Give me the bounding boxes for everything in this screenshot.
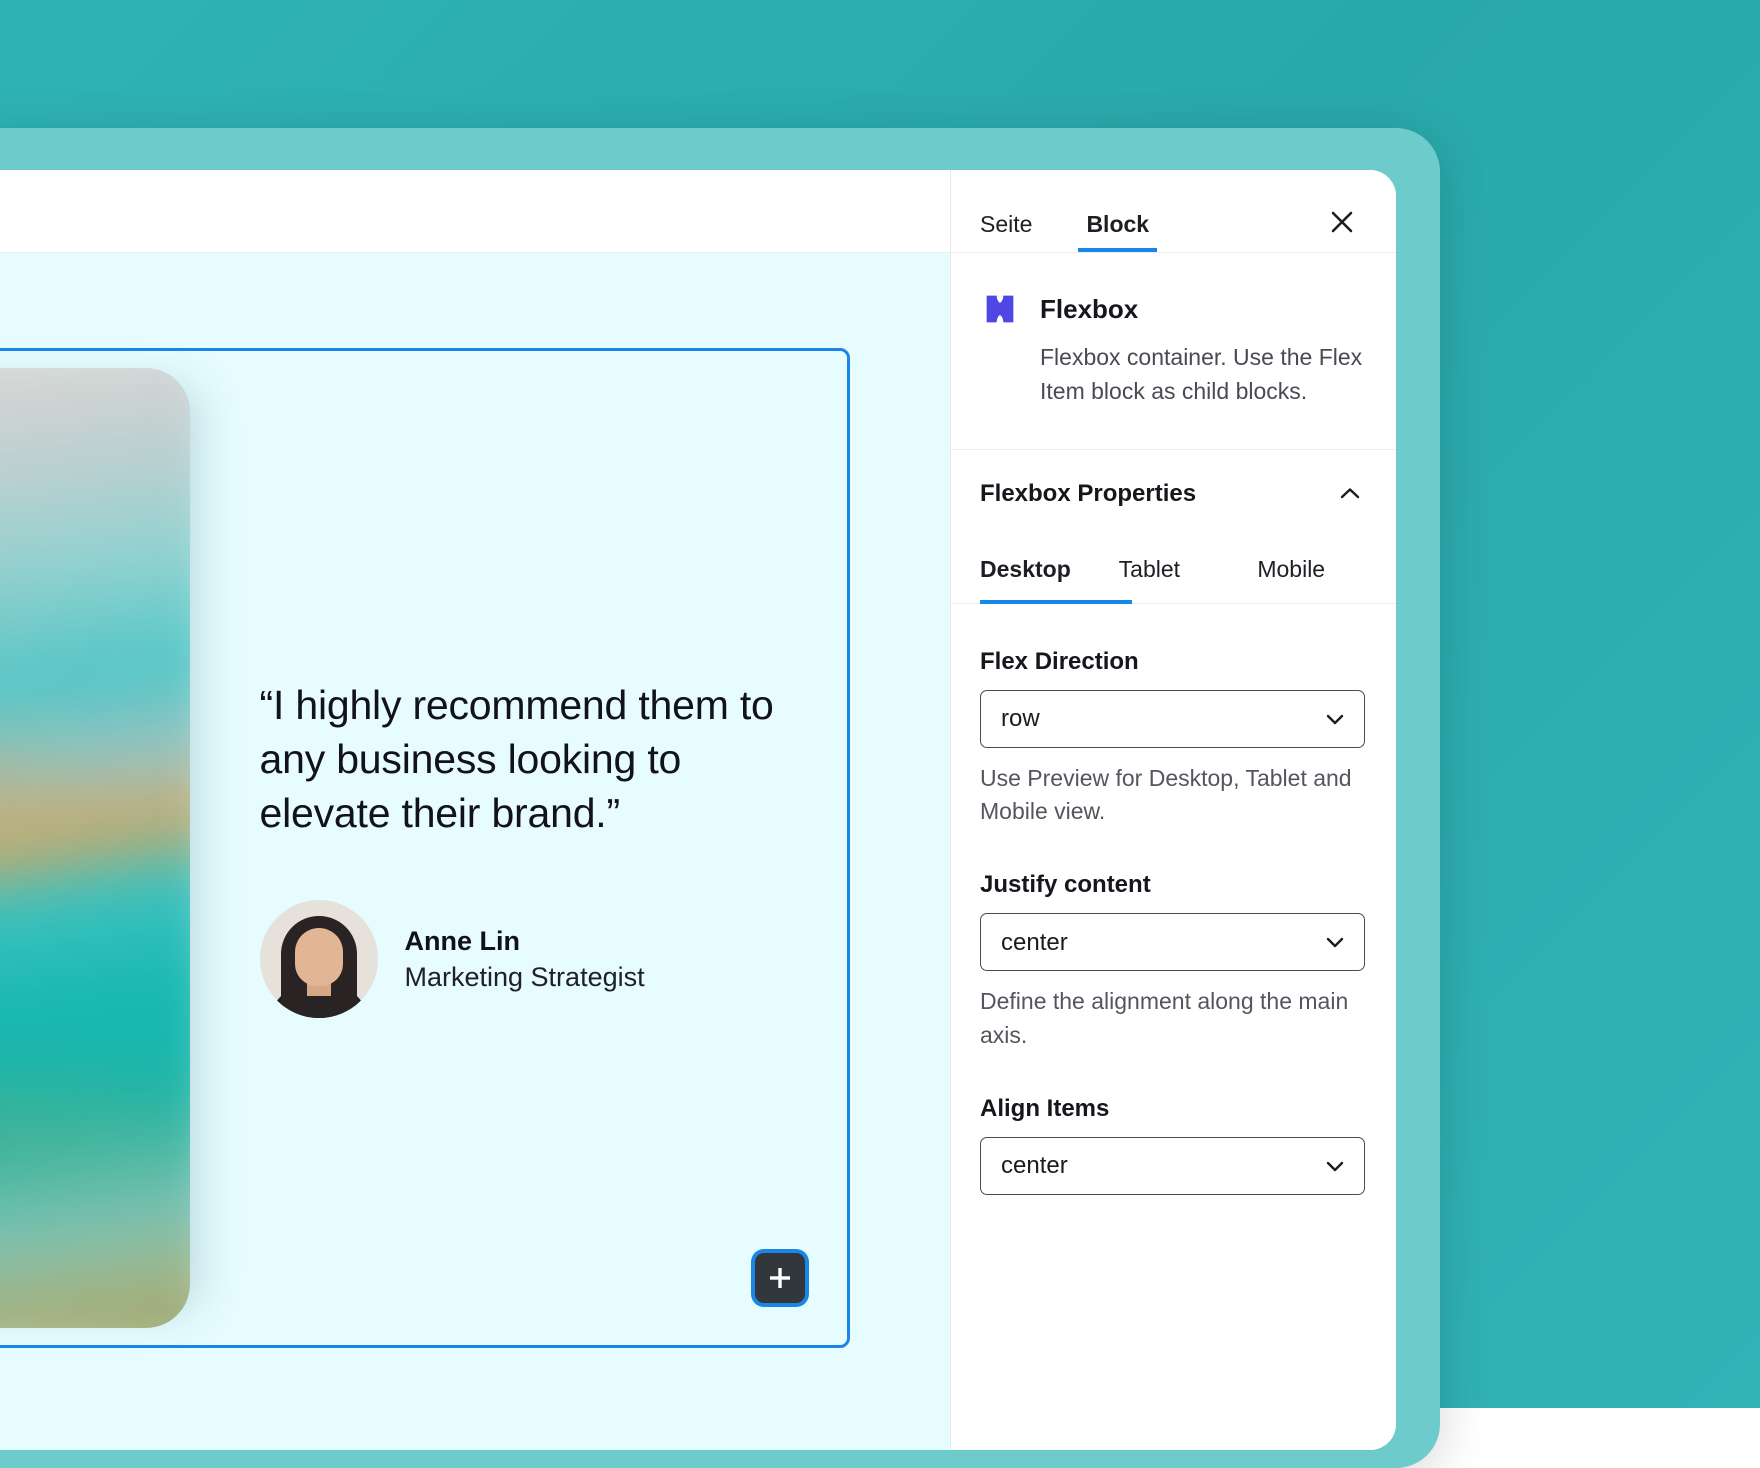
- block-info-card: Flexbox Flexbox container. Use the Flex …: [951, 253, 1396, 450]
- close-panel-button[interactable]: [1322, 202, 1362, 242]
- tab-seite[interactable]: Seite: [980, 213, 1032, 252]
- editor-area: “I highly recommend them to any business…: [0, 170, 950, 1450]
- testimonial-photo[interactable]: [0, 368, 190, 1328]
- photo-gradient-overlay: [0, 368, 190, 1328]
- flex-direction-help: Use Preview for Desktop, Tablet and Mobi…: [980, 762, 1364, 830]
- flexbox-block-selected[interactable]: “I highly recommend them to any business…: [0, 348, 850, 1348]
- block-description: Flexbox container. Use the Flex Item blo…: [980, 341, 1364, 409]
- flexbox-row: “I highly recommend them to any business…: [0, 351, 847, 1345]
- testimonial-quote[interactable]: “I highly recommend them to any business…: [260, 678, 820, 840]
- align-items-select[interactable]: center: [980, 1137, 1365, 1195]
- chevron-up-icon[interactable]: [1336, 480, 1364, 508]
- flexbox-icon: [980, 289, 1020, 329]
- field-justify-content: Justify content center Define the alignm…: [980, 871, 1364, 1053]
- block-info-header: Flexbox: [980, 289, 1364, 329]
- flexbox-properties-body: Flex Direction row Use Preview for Deskt…: [951, 604, 1396, 1247]
- flex-direction-select-wrap: row: [980, 690, 1365, 748]
- field-align-items: Align Items center: [980, 1095, 1364, 1195]
- align-items-label: Align Items: [980, 1095, 1364, 1123]
- justify-content-label: Justify content: [980, 871, 1364, 899]
- app-window: “I highly recommend them to any business…: [0, 170, 1396, 1450]
- device-tab-tablet[interactable]: Tablet: [1119, 538, 1258, 603]
- author-block: Anne Lin Marketing Strategist: [405, 923, 645, 996]
- device-tab-mobile[interactable]: Mobile: [1257, 538, 1396, 603]
- block-settings-sidebar: Seite Block Flexbox Flexbox container. U…: [950, 170, 1396, 1450]
- justify-content-select-wrap: center: [980, 913, 1365, 971]
- flexbox-properties-header[interactable]: Flexbox Properties: [951, 450, 1396, 538]
- plus-icon: [769, 1267, 791, 1289]
- flex-direction-select[interactable]: row: [980, 690, 1365, 748]
- editor-toolbar: [0, 170, 950, 253]
- align-items-select-wrap: center: [980, 1137, 1365, 1195]
- justify-content-select[interactable]: center: [980, 913, 1365, 971]
- avatar-face: [295, 928, 343, 986]
- testimonial-content: “I highly recommend them to any business…: [190, 678, 820, 1018]
- block-title: Flexbox: [1040, 294, 1138, 325]
- editor-canvas[interactable]: “I highly recommend them to any business…: [0, 253, 950, 1450]
- field-flex-direction: Flex Direction row Use Preview for Deskt…: [980, 648, 1364, 830]
- flex-direction-label: Flex Direction: [980, 648, 1364, 676]
- add-block-button[interactable]: [755, 1253, 805, 1303]
- author-role[interactable]: Marketing Strategist: [405, 959, 645, 995]
- tab-block[interactable]: Block: [1086, 213, 1149, 252]
- panel-tab-bar: Seite Block: [951, 170, 1396, 253]
- avatar: [260, 900, 378, 1018]
- device-tab-bar: Desktop Tablet Mobile: [951, 538, 1396, 604]
- flexbox-properties-title: Flexbox Properties: [980, 480, 1196, 508]
- close-icon: [1329, 209, 1355, 235]
- justify-content-help: Define the alignment along the main axis…: [980, 985, 1364, 1053]
- testimonial-attribution: Anne Lin Marketing Strategist: [260, 900, 820, 1018]
- device-tab-desktop[interactable]: Desktop: [980, 538, 1119, 603]
- author-name[interactable]: Anne Lin: [405, 923, 645, 959]
